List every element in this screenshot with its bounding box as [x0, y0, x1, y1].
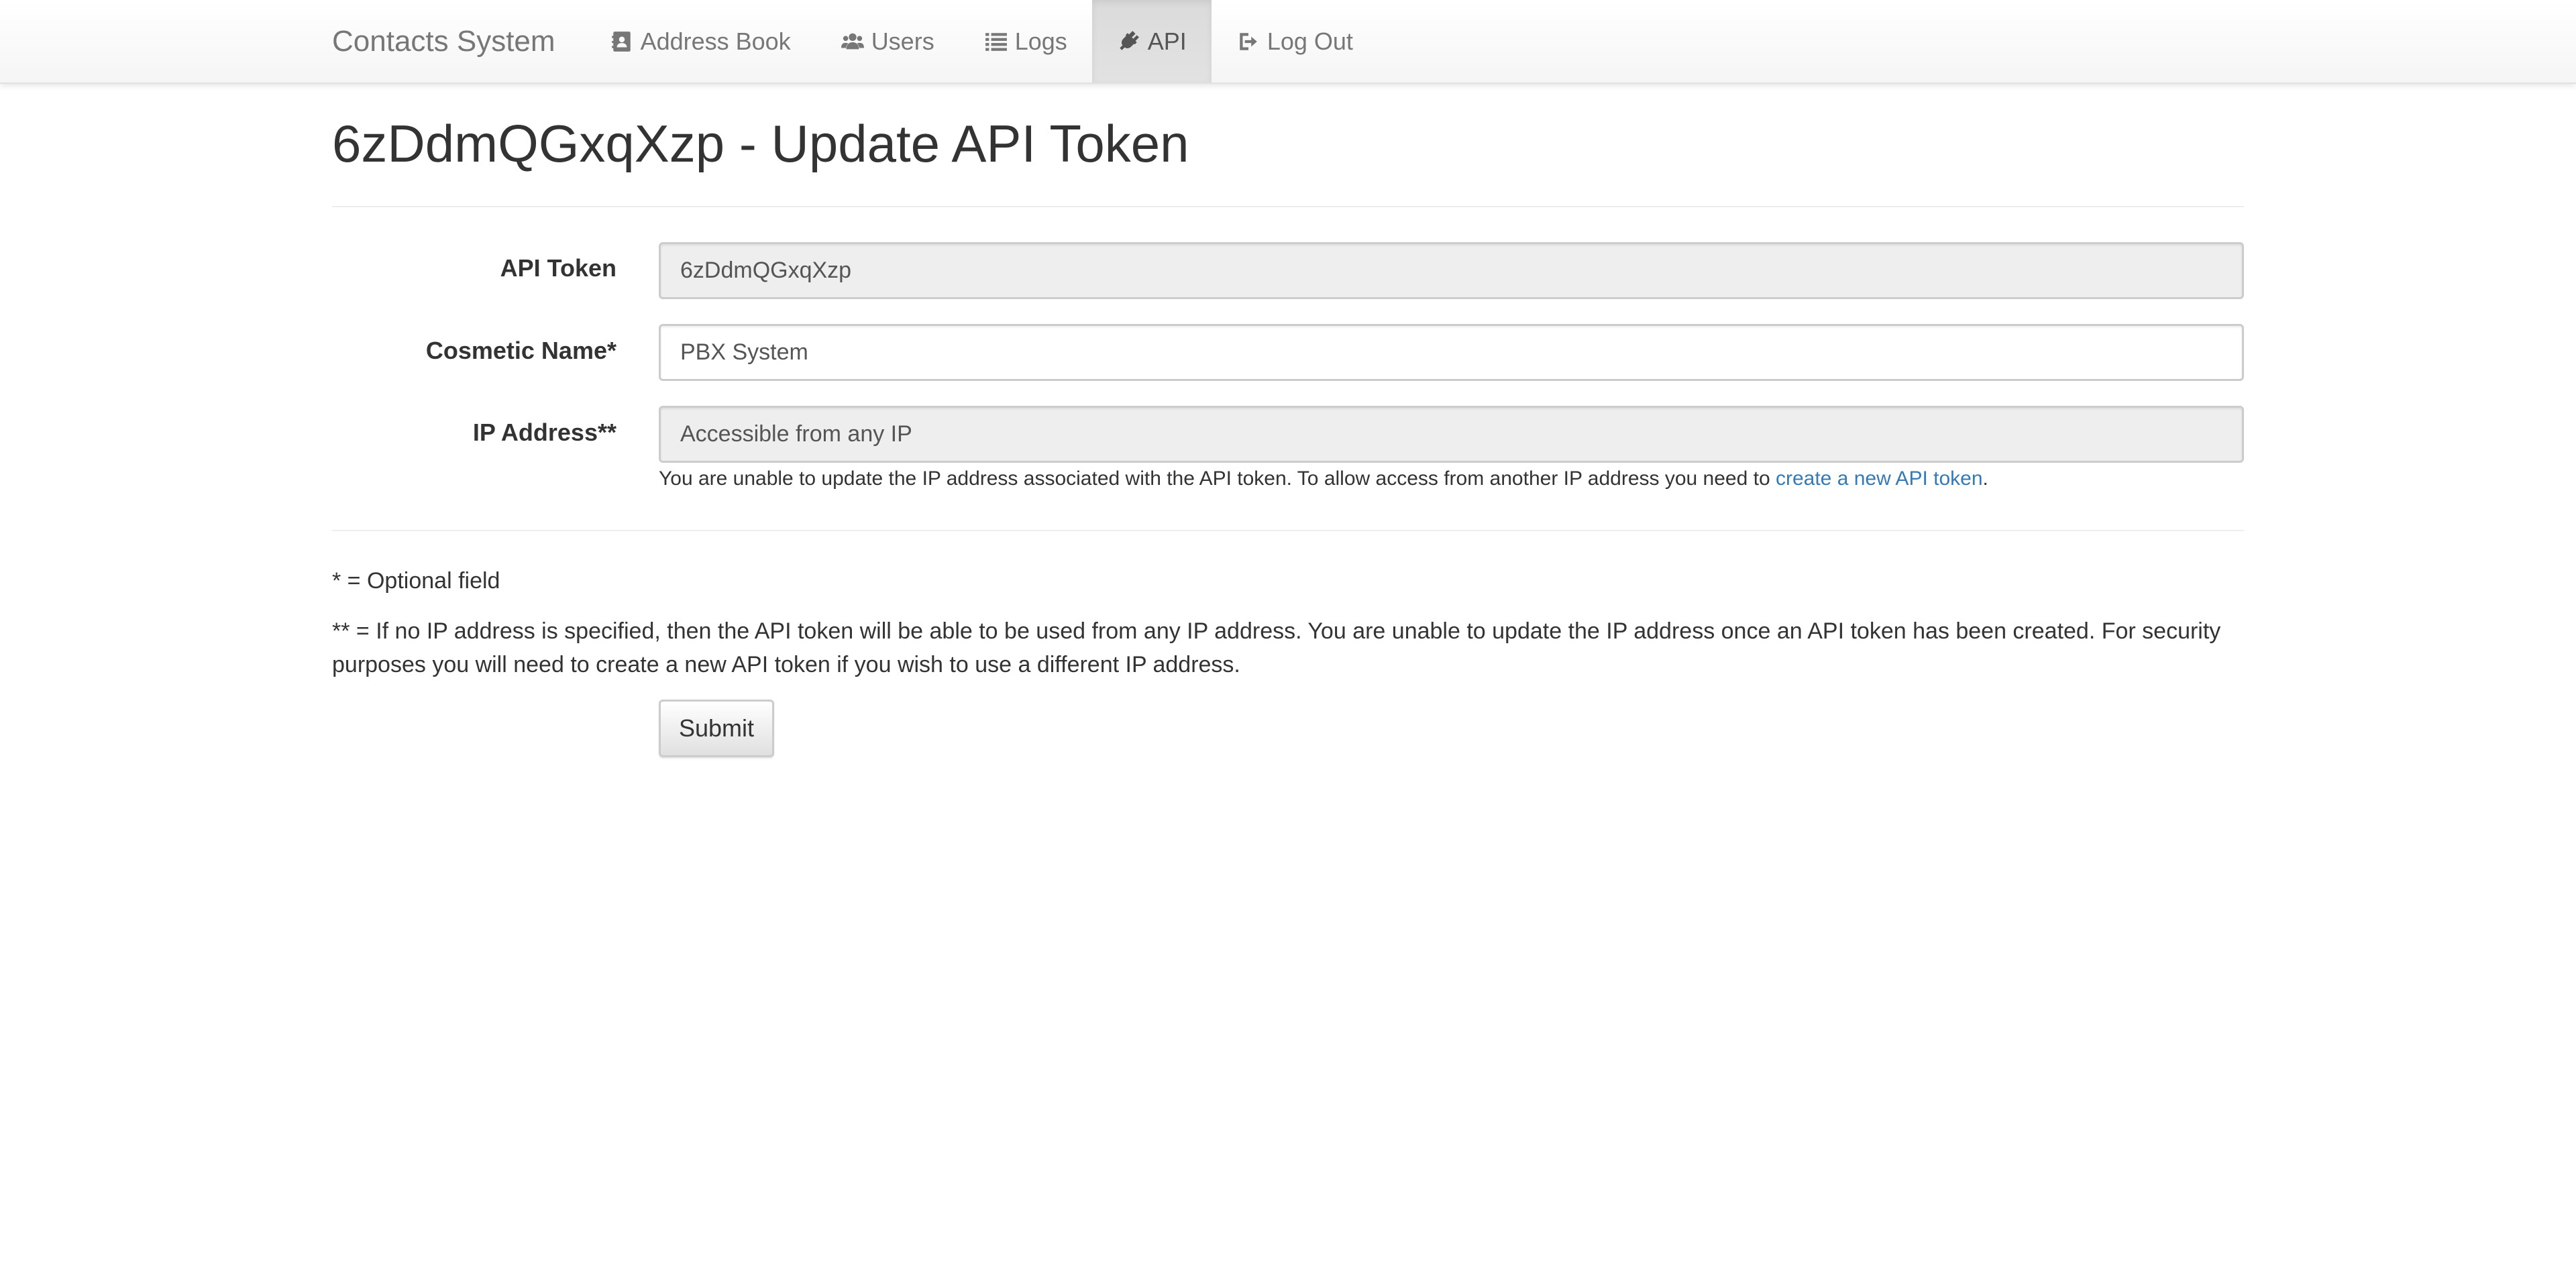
form-divider — [332, 530, 2244, 531]
address-book-icon — [610, 30, 634, 54]
users-icon — [841, 30, 865, 54]
title-divider — [332, 206, 2244, 207]
nav-item-logs[interactable]: Logs — [959, 0, 1092, 82]
nav-item-log-out[interactable]: Log Out — [1212, 0, 1378, 82]
nav-label-api: API — [1147, 27, 1187, 55]
nav-item-address-book[interactable]: Address Book — [585, 0, 816, 82]
ip-address-note: ** = If no IP address is specified, then… — [332, 618, 2221, 677]
cosmetic-name-label: Cosmetic Name* — [425, 337, 616, 364]
nav-label-log-out: Log Out — [1267, 27, 1353, 55]
api-token-field[interactable] — [659, 242, 2244, 299]
help-text-prefix: You are unable to update the IP address … — [659, 467, 1776, 490]
page-title: 6zDdmQGxqXzp - Update API Token — [332, 114, 1189, 173]
ip-address-field[interactable] — [659, 406, 2244, 463]
navbar-inner: Contacts System Address Book Users Logs … — [332, 0, 1378, 82]
nav-label-logs: Logs — [1014, 27, 1067, 55]
cosmetic-name-field[interactable] — [659, 324, 2244, 381]
ip-address-help-text: You are unable to update the IP address … — [659, 467, 1988, 490]
nav-item-users[interactable]: Users — [816, 0, 959, 82]
create-new-api-token-link[interactable]: create a new API token — [1776, 467, 1983, 490]
optional-field-note: * = Optional field — [332, 568, 500, 594]
plug-icon — [1117, 30, 1141, 54]
help-text-suffix: . — [1982, 467, 1988, 490]
nav-item-api[interactable]: API — [1091, 0, 1212, 82]
brand-link[interactable]: Contacts System — [332, 0, 555, 82]
submit-button[interactable]: Submit — [659, 700, 774, 757]
api-token-label: API Token — [500, 254, 616, 282]
sign-out-icon — [1236, 30, 1260, 54]
nav-label-users: Users — [871, 27, 934, 55]
top-navbar: Contacts System Address Book Users Logs … — [0, 0, 2576, 84]
list-icon — [984, 30, 1008, 54]
nav-label-address-book: Address Book — [640, 27, 791, 55]
ip-address-label: IP Address** — [472, 419, 616, 446]
